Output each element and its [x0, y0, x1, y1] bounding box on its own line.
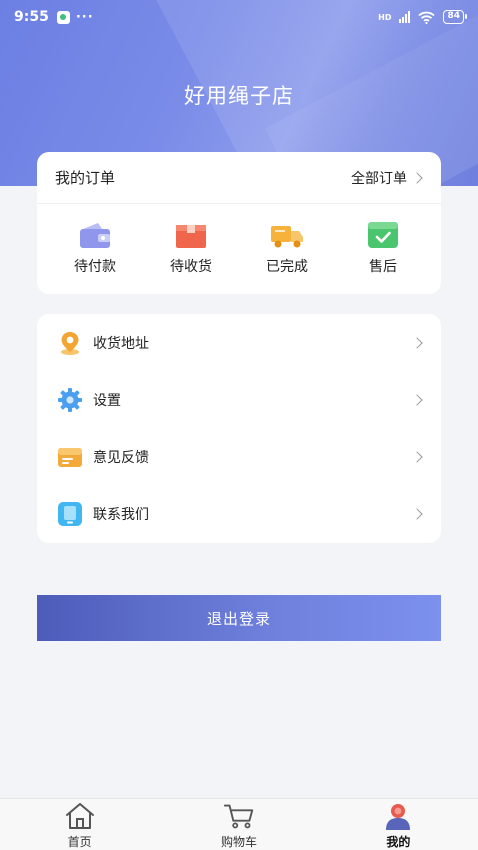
- checkmark-box-icon: [365, 220, 401, 250]
- chevron-right-icon: [411, 508, 423, 521]
- profile-icon: [381, 801, 415, 831]
- cart-icon: [222, 801, 256, 831]
- delivery-truck-icon: [269, 220, 305, 250]
- orders-header: 我的订单 全部订单: [37, 152, 441, 204]
- page-title: 好用绳子店: [184, 84, 294, 108]
- order-status-label: 待付款: [74, 259, 116, 275]
- bottom-tab-bar: 首页 购物车 我的: [0, 798, 478, 850]
- order-status-row: 待付款 待收货 已完成 售后: [37, 204, 441, 276]
- view-all-orders-label: 全部订单: [351, 170, 407, 187]
- home-icon: [63, 801, 97, 831]
- battery-icon: 84: [443, 10, 467, 24]
- chevron-right-icon: [411, 451, 423, 463]
- menu-item-label: 收货地址: [93, 335, 149, 352]
- menu-item-shipping-address[interactable]: 收货地址: [37, 314, 441, 371]
- view-all-orders-link[interactable]: 全部订单: [351, 168, 423, 188]
- chevron-right-icon: [411, 171, 423, 184]
- wallet-icon: [77, 220, 113, 250]
- menu-item-contact-us[interactable]: 联系我们: [37, 486, 441, 543]
- menu-item-label: 联系我们: [93, 507, 149, 524]
- status-time: 9:55: [14, 9, 49, 25]
- order-status-label: 售后: [369, 259, 397, 275]
- order-status-pending-payment[interactable]: 待付款: [55, 220, 135, 276]
- order-status-after-sales[interactable]: 售后: [343, 220, 423, 276]
- gear-icon: [57, 387, 83, 413]
- network-type: HD: [378, 12, 392, 22]
- order-status-label: 待收货: [170, 259, 212, 275]
- location-pin-icon: [57, 330, 83, 356]
- feedback-folder-icon: [57, 444, 83, 470]
- my-orders-card: 我的订单 全部订单 待付款 待收货 已完成 售后: [37, 152, 441, 294]
- tab-me[interactable]: 我的: [319, 799, 478, 850]
- orders-title: 我的订单: [55, 169, 116, 187]
- phone-icon: [57, 501, 83, 527]
- menu-item-settings[interactable]: 设置: [37, 371, 441, 428]
- menu-item-feedback[interactable]: 意见反馈: [37, 429, 441, 486]
- tab-label: 首页: [67, 835, 92, 849]
- package-icon: [173, 220, 209, 250]
- logout-button[interactable]: 退出登录: [37, 595, 441, 641]
- order-status-awaiting-delivery[interactable]: 待收货: [151, 220, 231, 276]
- chevron-right-icon: [411, 336, 423, 349]
- tab-label: 我的: [386, 835, 411, 849]
- signal-icon: [399, 11, 411, 23]
- chevron-right-icon: [411, 394, 423, 406]
- tab-home[interactable]: 首页: [0, 799, 159, 850]
- menu-item-label: 设置: [93, 392, 121, 409]
- tab-label: 购物车: [220, 835, 257, 849]
- app-notification-icon: [56, 10, 70, 24]
- order-status-completed[interactable]: 已完成: [247, 220, 327, 276]
- more-notifications-icon: ···: [75, 9, 94, 25]
- wifi-icon: [418, 11, 436, 24]
- settings-menu-card: 收货地址 设置 意见反馈 联系我们: [37, 314, 441, 543]
- order-status-label: 已完成: [266, 259, 308, 275]
- tab-cart[interactable]: 购物车: [159, 799, 318, 850]
- menu-item-label: 意见反馈: [93, 450, 149, 467]
- status-bar: 9:55 ··· HD 84: [0, 0, 478, 34]
